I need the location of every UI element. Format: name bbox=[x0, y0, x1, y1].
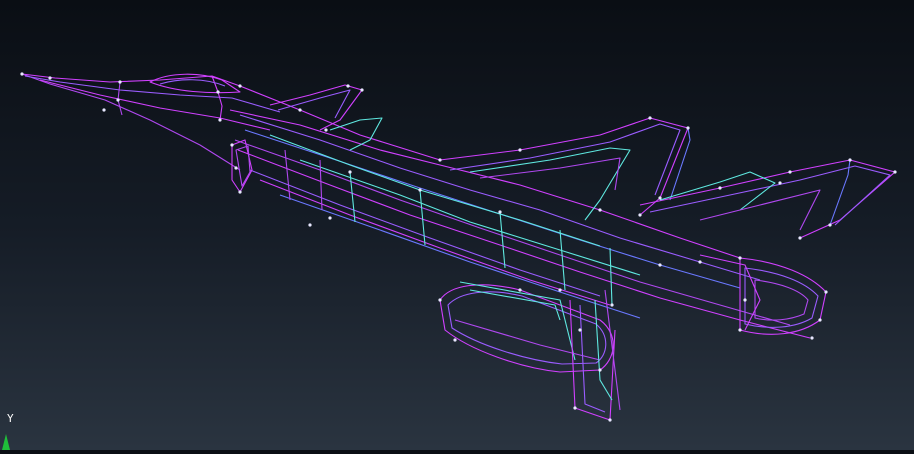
axis-triad bbox=[2, 434, 10, 450]
fuselage-wireframe bbox=[229, 109, 811, 339]
y-axis-arrow-icon bbox=[2, 434, 10, 450]
exhaust-wireframe bbox=[699, 254, 827, 335]
axis-label-y: Y bbox=[7, 412, 14, 425]
wing-wireframe bbox=[439, 117, 691, 221]
strake-wireframe bbox=[269, 84, 383, 151]
tailplane-wireframe bbox=[639, 159, 896, 239]
vertex-markers bbox=[20, 72, 897, 422]
3d-viewport[interactable] bbox=[0, 0, 914, 450]
fuel-tank-wireframe bbox=[439, 281, 614, 373]
aircraft-wireframe bbox=[20, 72, 897, 422]
nose-wireframe bbox=[21, 73, 441, 171]
